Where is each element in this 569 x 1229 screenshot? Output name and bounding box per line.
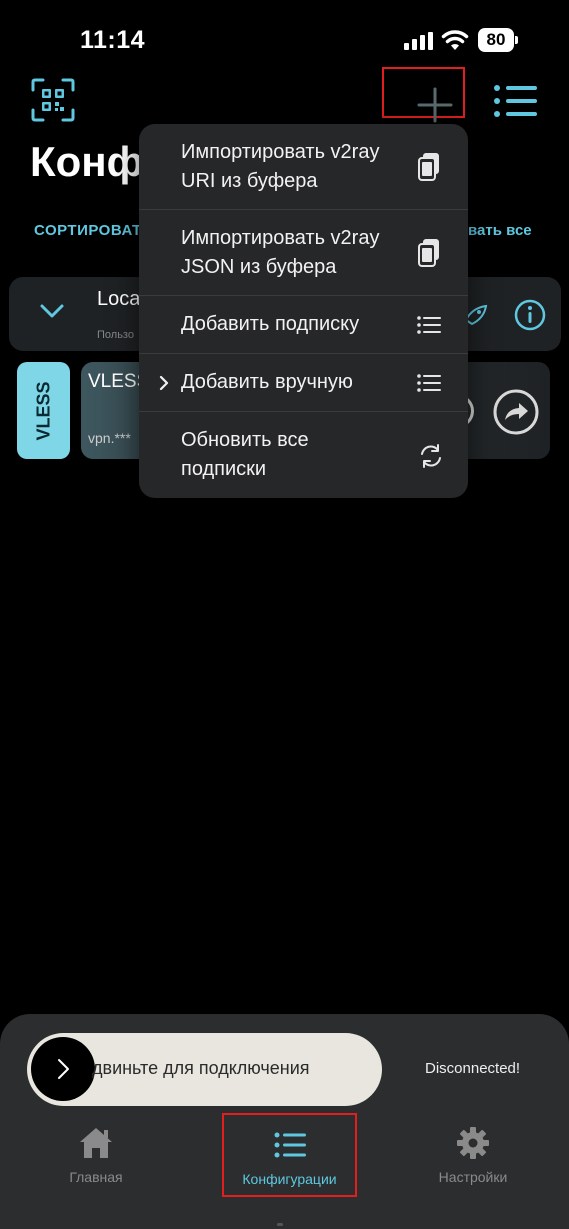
menu-item-label: Добавить подписку (181, 313, 360, 335)
add-config-button[interactable] (382, 67, 465, 123)
menu-item-label: Добавить вручную (181, 371, 353, 393)
gear-icon (457, 1127, 489, 1159)
chevron-right-icon (159, 375, 169, 391)
page-title: Конф (30, 138, 144, 185)
menu-item-label: подписки (181, 458, 267, 480)
group-subtitle: Пользо (97, 329, 134, 341)
battery-level: 80 (478, 28, 514, 52)
menu-item-label: Импортировать v2ray (181, 227, 380, 249)
protocol-label: VLESS (33, 380, 53, 441)
menu-item-import-json[interactable]: Импортировать v2ray JSON из буфера (139, 210, 468, 296)
slider-hint: двиньте для подключения (92, 1058, 310, 1078)
sort-button[interactable]: СОРТИРОВАТ (34, 222, 142, 239)
add-config-dropdown-menu: Импортировать v2ray URI из буфера Импорт… (139, 124, 468, 498)
menu-item-update-subscriptions[interactable]: Обновить все подписки (139, 412, 468, 498)
menu-item-label: Обновить все (181, 429, 309, 451)
list-icon (274, 1132, 306, 1158)
battery-icon: 80 (478, 28, 518, 52)
clipboard-icon (418, 239, 439, 267)
share-icon[interactable] (493, 389, 539, 435)
refresh-icon (421, 444, 441, 468)
menu-item-import-uri[interactable]: Импортировать v2ray URI из буфера (139, 124, 468, 210)
tab-home-label: Главная (69, 1169, 123, 1185)
tab-configurations-label: Конфигурации (242, 1171, 337, 1187)
group-name: Loca (97, 288, 141, 310)
tab-configurations[interactable]: Конфигурации (222, 1113, 357, 1197)
chevron-down-icon[interactable] (39, 303, 65, 319)
wifi-icon (441, 30, 469, 50)
info-icon[interactable] (514, 299, 546, 331)
home-indicator (277, 1223, 283, 1226)
menu-item-add-subscription[interactable]: Добавить подписку (139, 296, 468, 354)
menu-item-label: Импортировать v2ray (181, 141, 380, 163)
slider-knob[interactable] (31, 1037, 95, 1101)
select-all-button[interactable]: вать все (468, 222, 532, 239)
plus-icon (417, 87, 453, 123)
protocol-badge: VLESS (17, 362, 70, 459)
qr-scan-icon[interactable] (31, 78, 75, 122)
connection-status: Disconnected! (425, 1060, 521, 1077)
list-icon (417, 374, 441, 392)
list-icon (417, 316, 441, 334)
home-icon (80, 1128, 112, 1158)
config-host: vpn.*** (88, 430, 131, 446)
chevron-right-icon (58, 1059, 69, 1079)
menu-item-label: JSON из буфера (181, 256, 337, 278)
tab-home[interactable]: Главная (60, 1126, 132, 1185)
status-bar: 11:14 80 (0, 0, 569, 80)
menu-item-label: URI из буфера (181, 170, 318, 192)
cellular-signal-icon (404, 32, 433, 50)
status-time: 11:14 (80, 26, 146, 54)
list-menu-icon[interactable] (493, 84, 537, 118)
clipboard-icon (418, 153, 439, 181)
tab-settings-label: Настройки (438, 1169, 508, 1185)
menu-item-add-manually[interactable]: Добавить вручную (139, 354, 468, 412)
tab-settings[interactable]: Настройки (428, 1126, 518, 1185)
